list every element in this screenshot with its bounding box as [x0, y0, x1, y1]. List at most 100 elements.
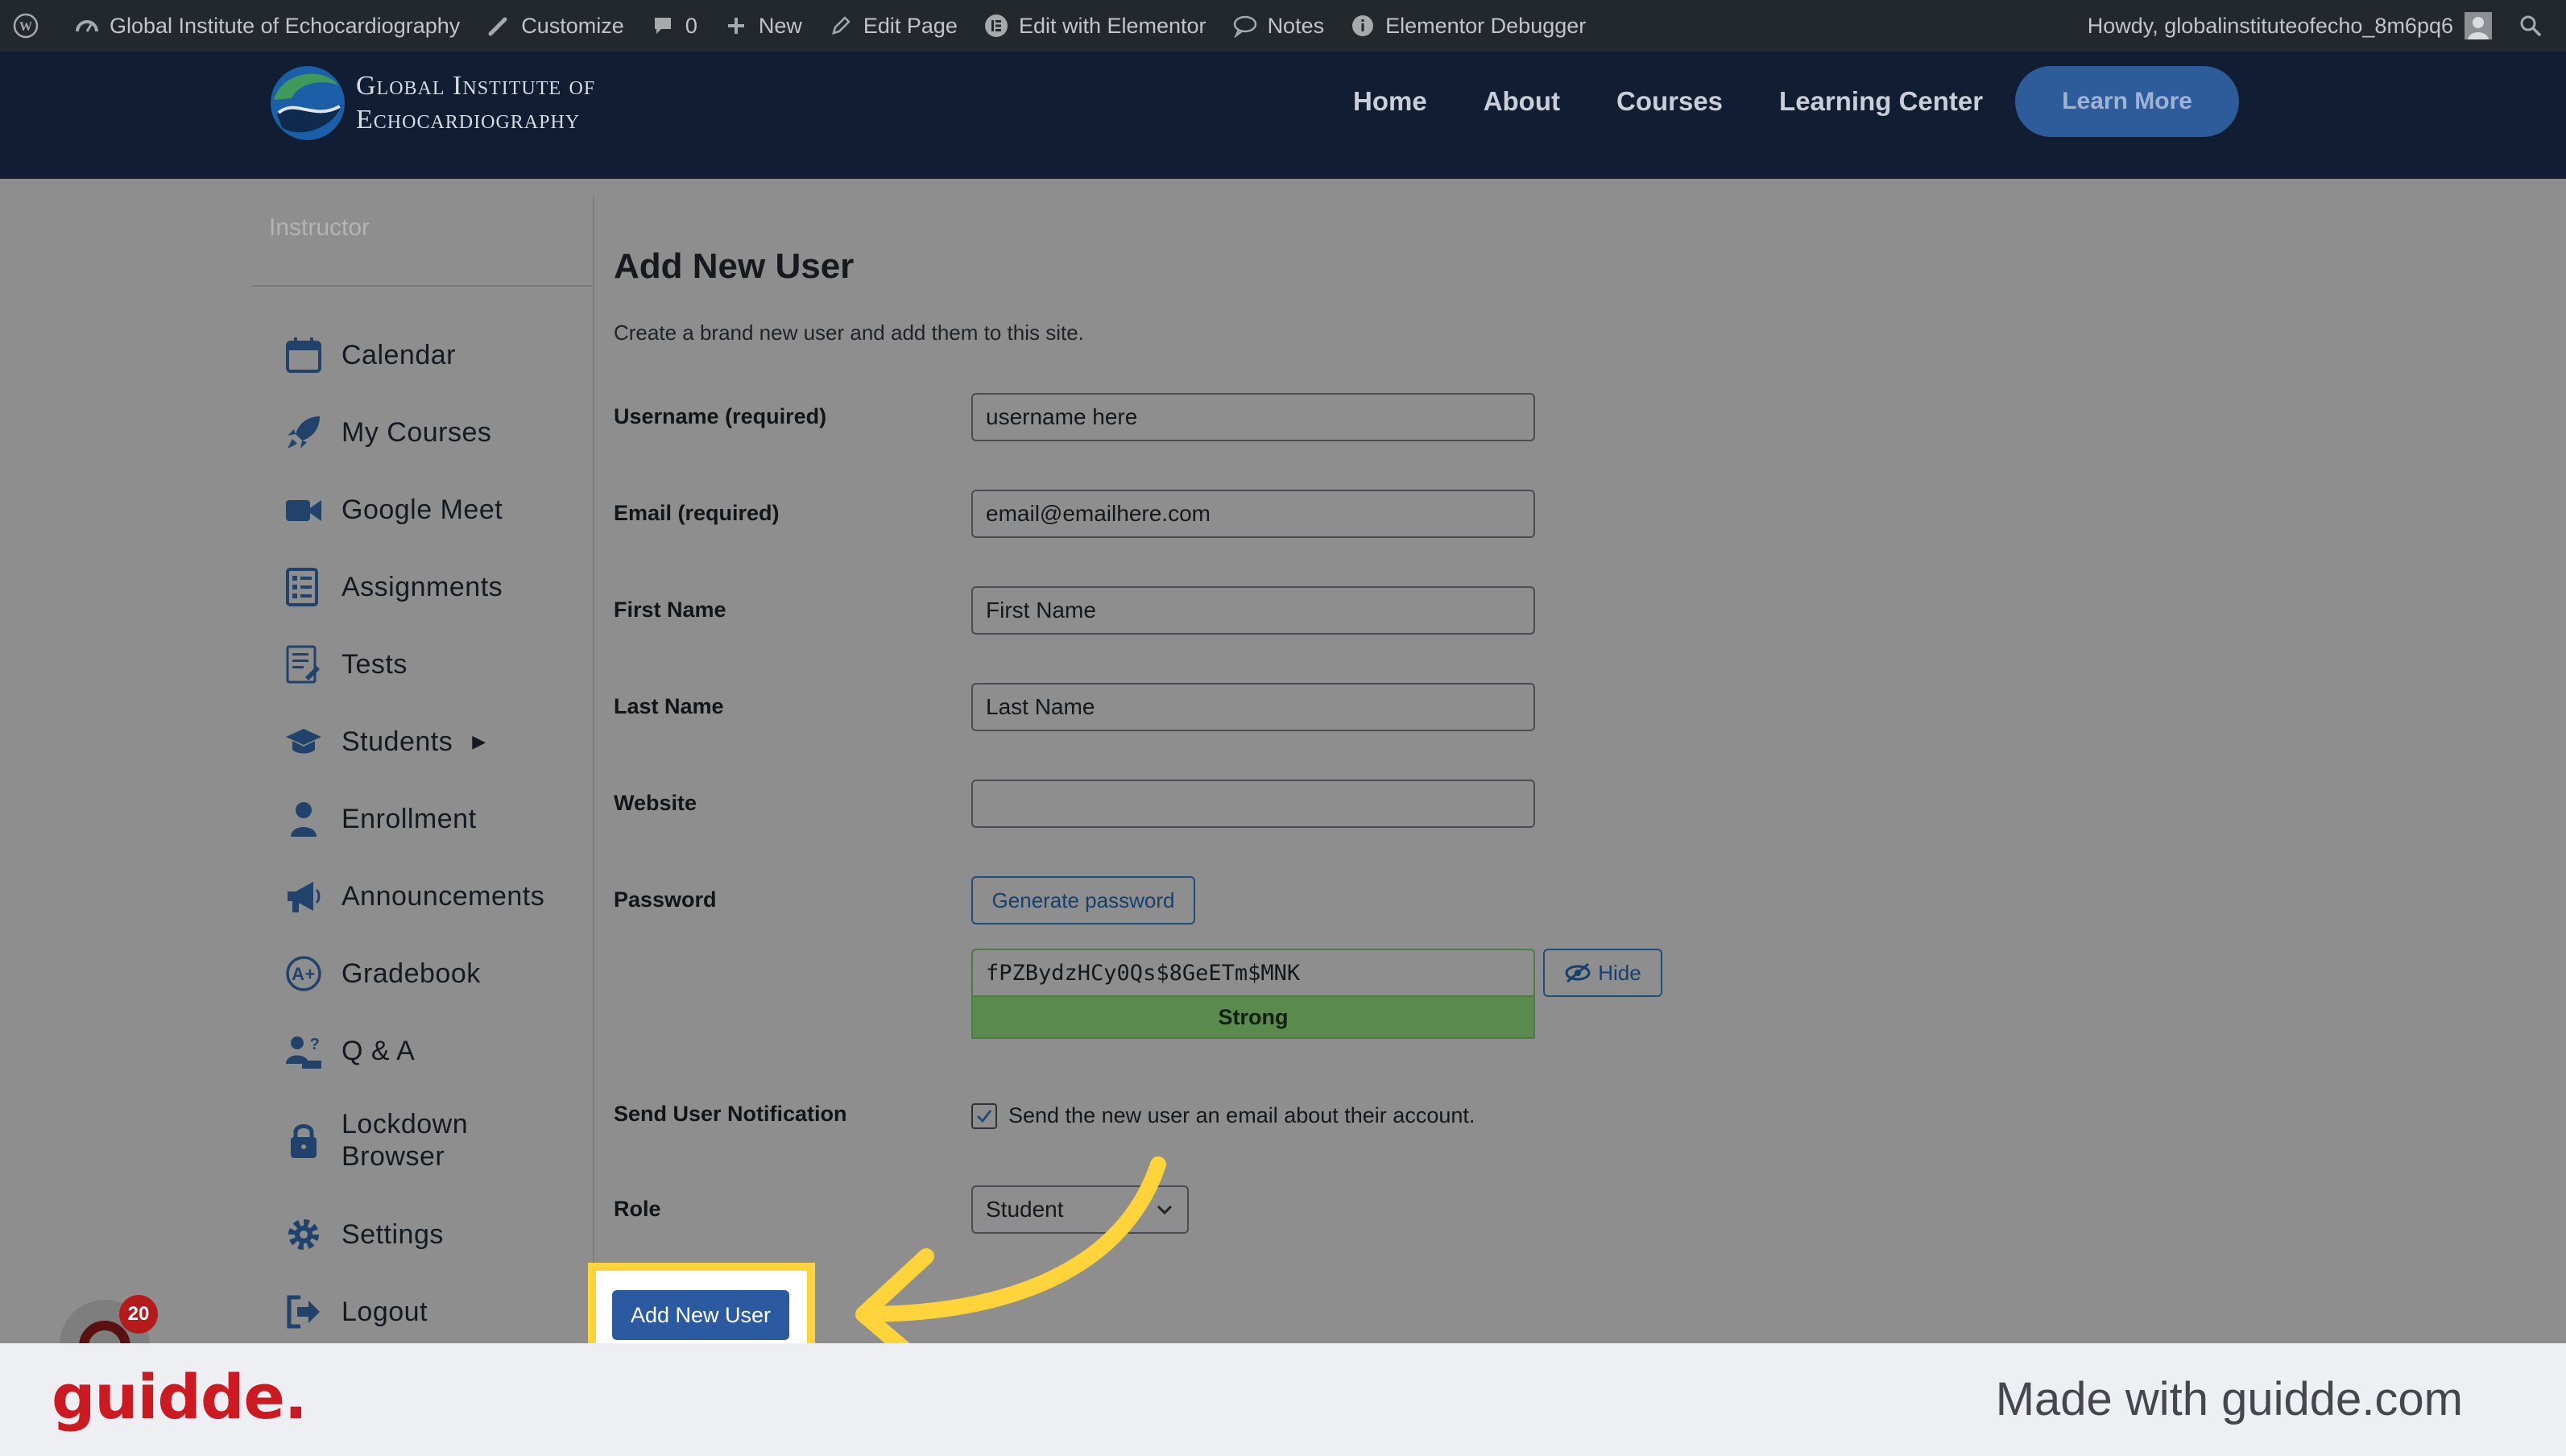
sidebar-item-label: Q & A — [341, 1035, 416, 1066]
generate-password-button[interactable]: Generate password — [971, 876, 1195, 924]
learn-more-button[interactable]: Learn More — [2015, 66, 2240, 137]
sidebar-item-gradebook[interactable]: A+ Gradebook — [284, 953, 481, 994]
logo-line-2: Echocardiography — [356, 105, 581, 134]
page-description: Create a brand new user and add them to … — [614, 321, 1084, 345]
sidebar-item-qa[interactable]: ? Q & A — [284, 1031, 415, 1071]
eye-slash-icon — [1565, 962, 1591, 983]
grade-icon: A+ — [284, 953, 324, 994]
notes-link[interactable]: Notes — [1219, 0, 1338, 52]
role-label: Role — [614, 1197, 661, 1221]
hide-label: Hide — [1598, 960, 1641, 985]
logout-icon — [284, 1292, 324, 1332]
debugger-label: Elementor Debugger — [1385, 13, 1587, 38]
send-notification-checkbox[interactable] — [971, 1103, 997, 1129]
svg-text:A+: A+ — [292, 964, 316, 984]
checkmark-icon — [976, 1110, 992, 1123]
sidebar-item-students[interactable]: Students ▶ — [284, 722, 486, 762]
password-strength-meter: Strong — [971, 997, 1535, 1039]
checklist-icon — [284, 567, 324, 607]
plus-icon — [723, 13, 749, 39]
email-input[interactable]: email@emailhere.com — [971, 490, 1535, 538]
sidebar-item-lockdown-browser[interactable]: Lockdown Browser — [284, 1108, 468, 1173]
gear-icon — [284, 1214, 324, 1255]
search-icon — [2518, 13, 2543, 39]
comments-link[interactable]: 0 — [637, 0, 710, 52]
sidebar-item-my-courses[interactable]: My Courses — [284, 412, 491, 453]
lockdown-line-2: Browser — [341, 1141, 445, 1172]
sidebar-title: Instructor — [269, 214, 370, 241]
notes-label: Notes — [1267, 13, 1325, 38]
role-selected-value: Student — [986, 1197, 1064, 1222]
site-name-label: Global Institute of Echocardiography — [110, 13, 461, 38]
user-icon — [284, 799, 324, 839]
lock-icon — [284, 1120, 324, 1160]
username-input[interactable]: username here — [971, 393, 1535, 441]
site-logo-link[interactable]: Global Institute of Echocardiography — [267, 63, 595, 143]
paintbrush-icon — [486, 13, 511, 39]
sidebar-item-label: Gradebook — [341, 958, 481, 989]
sidebar-item-label: Logout — [341, 1296, 428, 1327]
megaphone-icon — [284, 876, 324, 916]
video-camera-icon — [284, 490, 324, 530]
site-name-link[interactable]: Global Institute of Echocardiography — [61, 0, 473, 52]
add-new-user-button[interactable]: Add New User — [612, 1290, 789, 1340]
notification-badge: 20 — [119, 1295, 158, 1334]
new-content-link[interactable]: New — [710, 0, 815, 52]
chevron-down-icon — [1157, 1205, 1173, 1215]
sidebar-item-logout[interactable]: Logout — [284, 1292, 428, 1332]
new-label: New — [758, 13, 802, 38]
edit-with-elementor-link[interactable]: Edit with Elementor — [971, 0, 1219, 52]
sidebar-vertical-divider — [593, 196, 594, 1324]
sidebar-item-calendar[interactable]: Calendar — [284, 335, 456, 375]
hide-password-button[interactable]: Hide — [1543, 949, 1662, 997]
sidebar-item-announcements[interactable]: Announcements — [284, 876, 544, 916]
wordpress-logo-button[interactable]: W — [0, 0, 61, 52]
nav-about[interactable]: About — [1484, 86, 1560, 117]
nav-learning-center[interactable]: Learning Center — [1779, 86, 1983, 117]
graduation-cap-icon — [284, 722, 324, 762]
info-icon — [1350, 13, 1376, 39]
elementor-debugger-link[interactable]: Elementor Debugger — [1337, 0, 1599, 52]
avatar — [2465, 12, 2492, 39]
nav-courses[interactable]: Courses — [1616, 86, 1723, 117]
site-header: Global Institute of Echocardiography Hom… — [0, 52, 2566, 179]
first-name-input[interactable]: First Name — [971, 586, 1535, 635]
edit-elementor-label: Edit with Elementor — [1018, 13, 1206, 38]
sidebar-item-tests[interactable]: Tests — [284, 644, 408, 685]
page-title: Add New User — [614, 246, 855, 286]
wp-admin-bar: W Global Institute of Echocardiography C… — [0, 0, 2566, 52]
heart-wave-logo-icon — [271, 66, 345, 140]
sidebar-item-assignments[interactable]: Assignments — [284, 567, 503, 607]
my-account-link[interactable]: Howdy, globalinstituteofecho_8m6pq6 — [2075, 0, 2505, 52]
search-button[interactable] — [2505, 0, 2566, 52]
role-select[interactable]: Student — [971, 1185, 1189, 1234]
rocket-icon — [284, 412, 324, 453]
website-input[interactable] — [971, 780, 1535, 828]
sidebar-item-label: Assignments — [341, 571, 503, 602]
sidebar-item-label: Tests — [341, 648, 408, 680]
sidebar-item-label: Lockdown Browser — [341, 1108, 468, 1173]
instructor-sidebar: Instructor Calendar My Courses Google Me… — [251, 185, 594, 1345]
password-input[interactable]: fPZBydzHCy0Qs$8GeETm$MNK — [971, 949, 1535, 997]
caret-right-icon: ▶ — [472, 731, 486, 751]
email-label: Email (required) — [614, 501, 780, 525]
username-label: Username (required) — [614, 404, 827, 428]
last-name-input[interactable]: Last Name — [971, 683, 1535, 731]
comments-count: 0 — [685, 13, 697, 38]
dashboard-gauge-icon — [74, 13, 100, 39]
notification-text: Send the new user an email about their a… — [1008, 1103, 1475, 1127]
nav-home[interactable]: Home — [1353, 86, 1427, 117]
main-navigation: Home About Courses Learning Center Learn… — [1353, 52, 2240, 151]
edit-page-link[interactable]: Edit Page — [815, 0, 971, 52]
logo-wordmark: Global Institute of Echocardiography — [356, 69, 595, 137]
speech-bubble-icon — [1232, 13, 1258, 39]
customize-link[interactable]: Customize — [473, 0, 637, 52]
sidebar-item-enrollment[interactable]: Enrollment — [284, 799, 477, 839]
guidde-footer: guidde. Made with guidde.com — [0, 1343, 2566, 1456]
sidebar-item-settings[interactable]: Settings — [284, 1214, 444, 1255]
sidebar-item-label: Announcements — [341, 880, 545, 912]
customize-label: Customize — [521, 13, 624, 38]
password-label: Password — [614, 887, 717, 912]
sidebar-item-google-meet[interactable]: Google Meet — [284, 490, 503, 530]
logo-line-1: Global Institute of — [356, 71, 596, 101]
